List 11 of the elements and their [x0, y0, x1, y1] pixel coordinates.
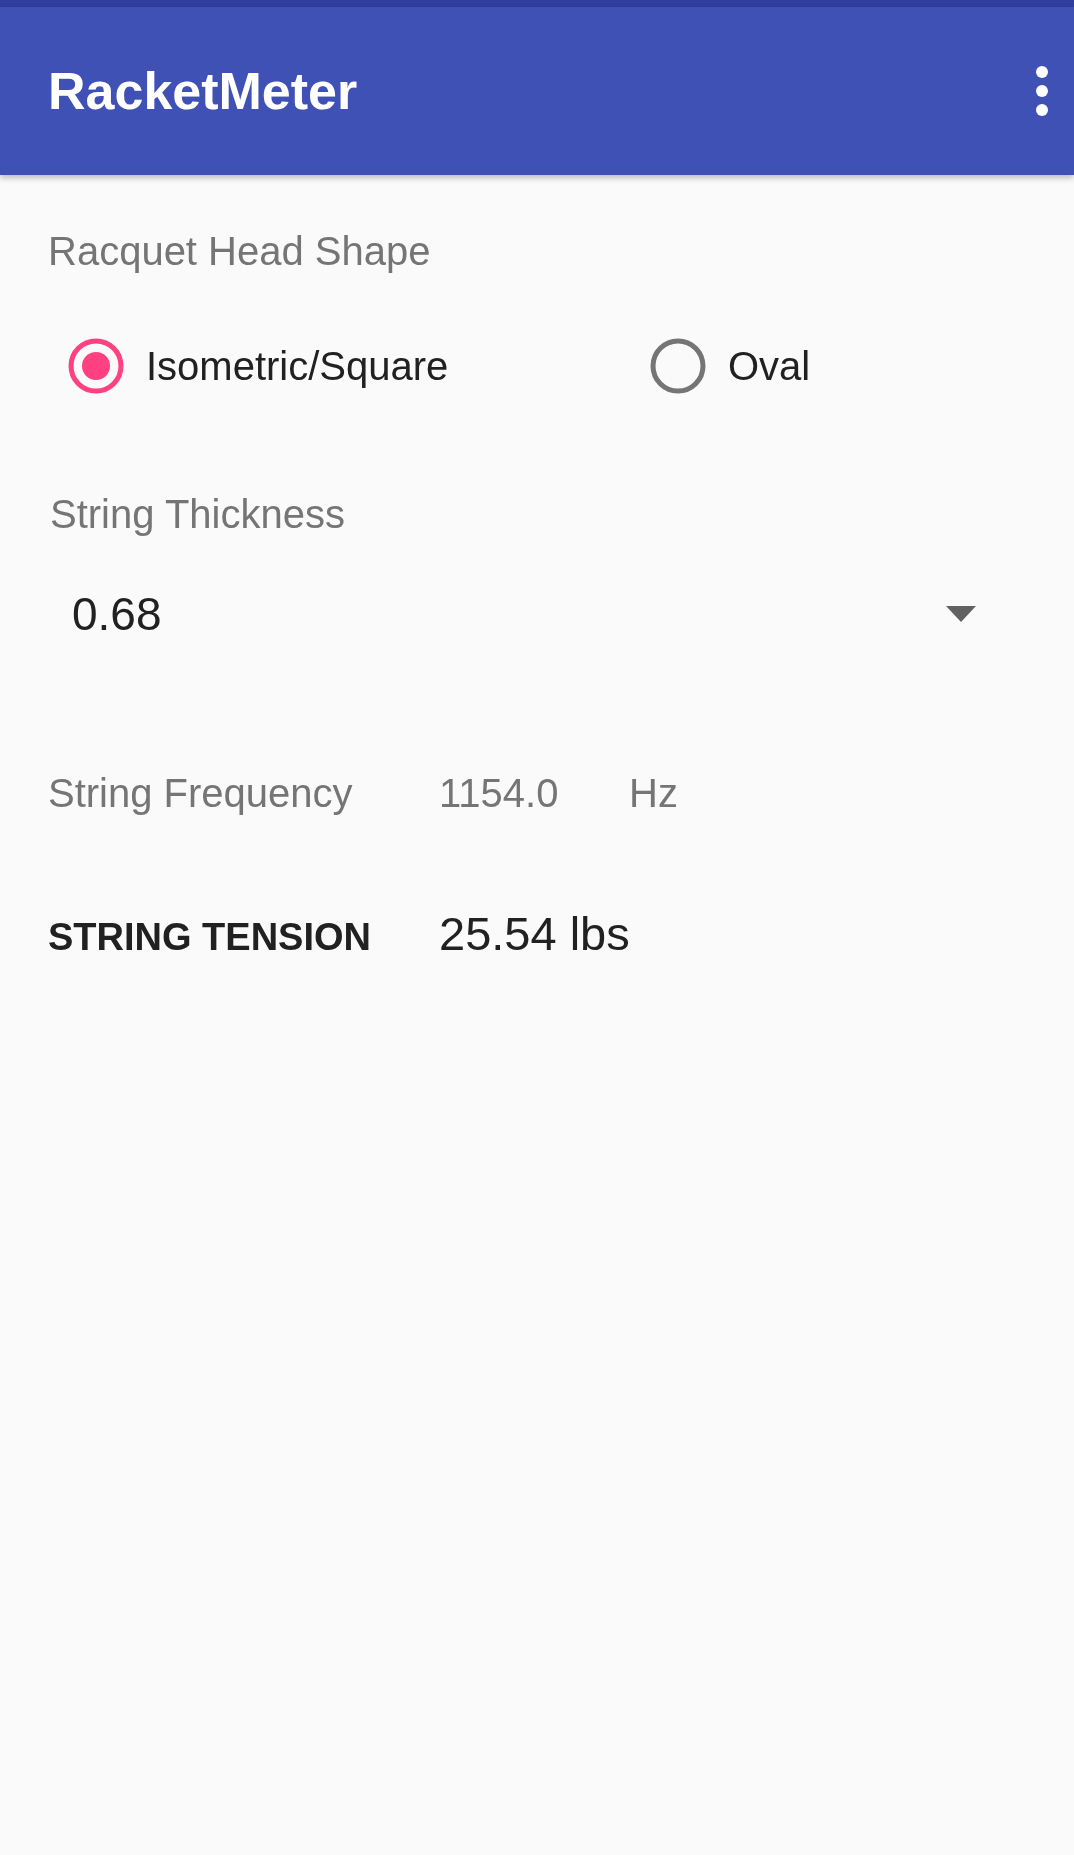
radio-option[interactable]: Isometric/Square: [66, 336, 648, 396]
section-label: Racquet Head Shape: [48, 229, 432, 274]
frequency-value: 1154.0: [439, 771, 560, 816]
frequency-unit: Hz: [629, 771, 678, 816]
section-label: String Thickness: [49, 492, 346, 537]
radio-option[interactable]: Oval: [648, 336, 811, 396]
tension-value: 25.54 lbs: [439, 906, 630, 961]
tension-label: STRING TENSION: [48, 916, 373, 959]
frequency-label: String Frequency: [48, 771, 354, 816]
app-title: RacketMeter: [48, 61, 358, 121]
thickness-dropdown[interactable]: 0.68: [48, 587, 1026, 641]
